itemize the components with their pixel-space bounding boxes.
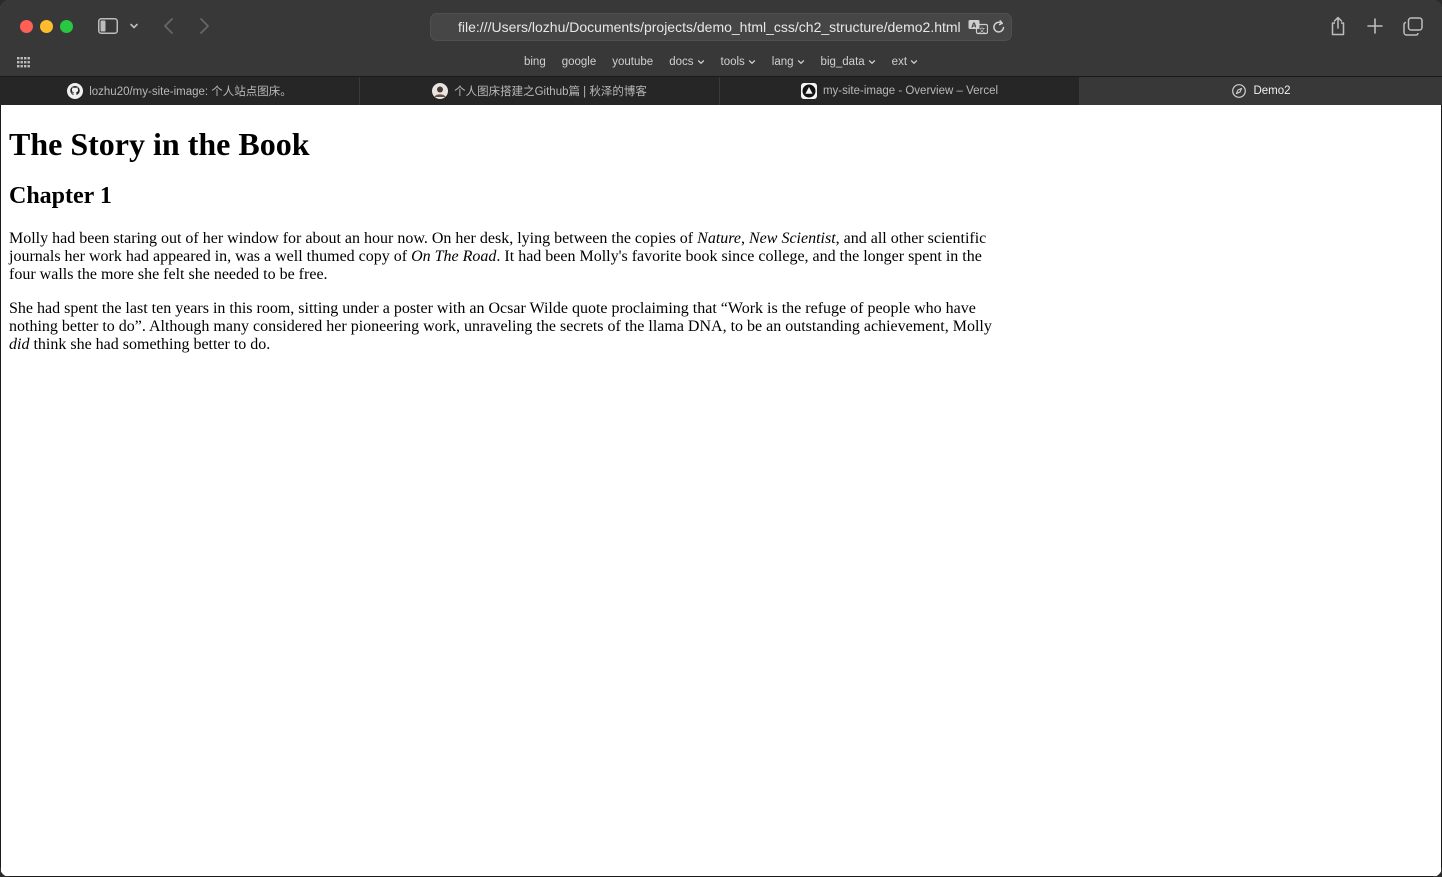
favorite-label: bing — [523, 56, 546, 68]
tab-title: 个人图床搭建之Github篇 | 秋泽的博客 — [454, 86, 647, 98]
tab-4[interactable]: Demo2 — [1080, 77, 1442, 105]
favorite-label: big_data — [820, 56, 865, 68]
favorites-bar: bing google youtube docs tools lang big_data ex… — [0, 52, 1442, 76]
minimize-window-button[interactable] — [40, 20, 53, 33]
paragraph-2: She had spent the last ten years in this… — [9, 300, 999, 354]
chevron-down-icon — [910, 60, 918, 64]
text-run: think she had something better to do. — [29, 336, 271, 353]
favorite-label: tools — [720, 56, 745, 68]
text-run: She had spent the last ten years in this… — [9, 300, 992, 335]
favorite-bing[interactable]: bing — [516, 54, 554, 70]
italic-run: On The Road — [411, 248, 497, 265]
tab-2[interactable]: 个人图床搭建之Github篇 | 秋泽的博客 — [360, 77, 720, 105]
chevron-down-icon — [748, 60, 755, 64]
tab-3[interactable]: my-site-image - Overview – Vercel — [720, 77, 1080, 105]
favorite-youtube[interactable]: youtube — [604, 54, 661, 70]
chevron-down-icon — [797, 60, 804, 64]
vercel-icon — [800, 83, 817, 99]
tab-strip: lozhu20/my-site-image: 个人站点图床。 个人图床搭建之Git… — [0, 76, 1442, 105]
favorite-label: docs — [669, 56, 694, 68]
page-title: The Story in the Book — [9, 126, 310, 162]
svg-text:文: 文 — [979, 25, 986, 34]
url-text[interactable]: file:///Users/lozhu/Documents/projects/d… — [458, 19, 961, 35]
sidebar-icon[interactable] — [98, 18, 118, 34]
close-window-button[interactable] — [20, 20, 33, 33]
chapter-heading: Chapter 1 — [9, 183, 112, 209]
avatar-icon — [432, 83, 449, 99]
back-icon[interactable] — [161, 17, 177, 35]
new-tab-icon[interactable] — [1366, 17, 1384, 35]
toolbar: file:///Users/lozhu/Documents/projects/d… — [0, 0, 1442, 52]
forward-icon[interactable] — [196, 17, 212, 35]
text-run: Molly had been staring out of her window… — [9, 230, 698, 247]
favorite-google[interactable]: google — [554, 54, 605, 70]
paragraph-1: Molly had been staring out of her window… — [9, 230, 999, 284]
maximize-window-button[interactable] — [60, 20, 73, 33]
favorite-lang[interactable]: lang — [764, 54, 813, 70]
reload-icon[interactable] — [992, 19, 1006, 35]
browser-window: file:///Users/lozhu/Documents/projects/d… — [0, 0, 1442, 877]
compass-icon — [1232, 84, 1247, 98]
text-run: , — [741, 230, 749, 247]
favorite-ext[interactable]: ext — [884, 54, 926, 70]
tab-title: lozhu20/my-site-image: 个人站点图床。 — [89, 86, 292, 98]
italic-run: did — [9, 336, 30, 353]
page-content: The Story in the Book Chapter 1 Molly ha… — [1, 105, 1441, 876]
italic-run: Nature — [697, 230, 741, 247]
favorite-big-data[interactable]: big_data — [813, 54, 884, 70]
tab-title: Demo2 — [1253, 85, 1291, 97]
favorite-label: youtube — [612, 56, 654, 68]
italic-run: New Scientist — [749, 230, 836, 247]
share-icon[interactable] — [1329, 16, 1347, 36]
chevron-down-icon[interactable] — [128, 20, 140, 32]
tab-overview-icon[interactable] — [1403, 17, 1423, 36]
tab-title: my-site-image - Overview – Vercel — [822, 85, 999, 97]
favorite-label: ext — [891, 56, 908, 68]
address-bar[interactable]: file:///Users/lozhu/Documents/projects/d… — [430, 13, 1012, 41]
tab-1[interactable]: lozhu20/my-site-image: 个人站点图床。 — [0, 77, 360, 105]
github-icon — [67, 83, 84, 99]
chevron-down-icon — [868, 60, 875, 64]
favorites-list: bing google youtube docs tools lang big_data ex… — [0, 54, 1442, 70]
favorite-label: lang — [771, 56, 794, 68]
translate-icon[interactable]: A 文 — [968, 19, 988, 35]
favorite-docs[interactable]: docs — [661, 54, 712, 70]
favorite-tools[interactable]: tools — [713, 54, 764, 70]
chevron-down-icon — [697, 60, 704, 64]
favorite-label: google — [561, 56, 597, 68]
